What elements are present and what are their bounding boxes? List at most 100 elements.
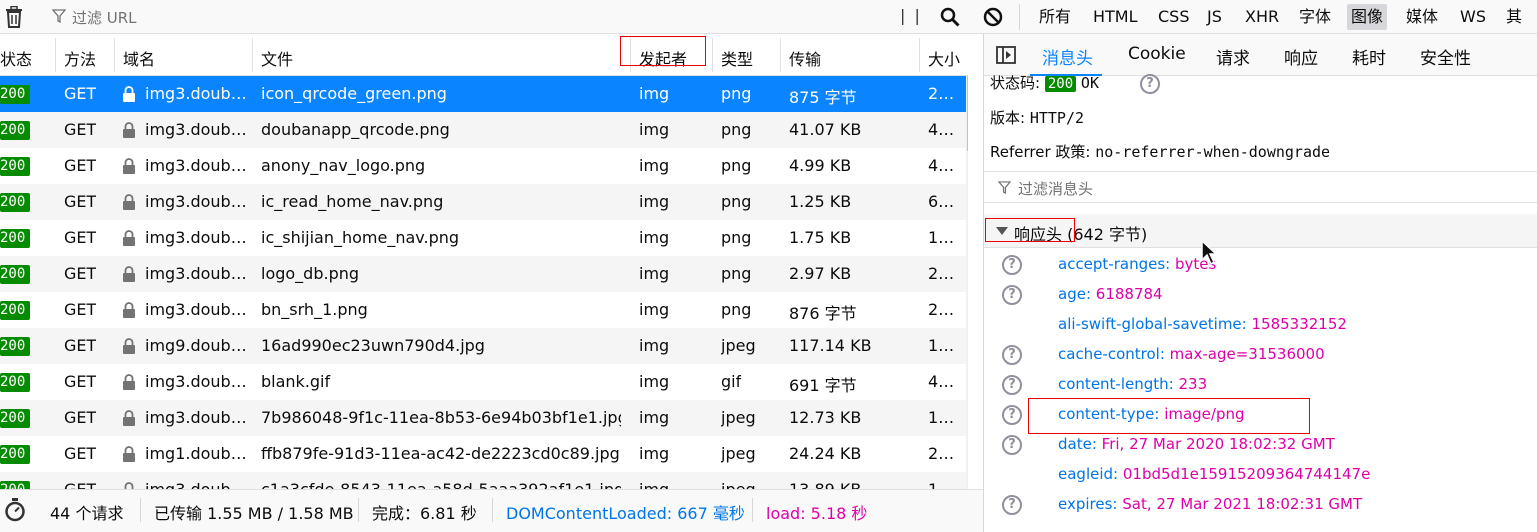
response-headers-section[interactable]: 响应头 (642 字节): [984, 214, 1537, 248]
help-icon[interactable]: ?: [1002, 255, 1022, 275]
tab-request[interactable]: 请求: [1216, 44, 1250, 69]
initiator-cell: img: [639, 336, 670, 355]
column-file[interactable]: 文件: [261, 46, 293, 70]
filter-css[interactable]: CSS: [1154, 4, 1193, 30]
url-filter-input[interactable]: 过滤 URL: [72, 7, 137, 28]
request-row[interactable]: 200 GET img3.doub… bn_srh_1.png img png 876 字节…: [0, 292, 966, 328]
trash-icon[interactable]: [4, 6, 24, 28]
help-icon[interactable]: ?: [1002, 435, 1022, 455]
filter-other[interactable]: 其他: [1502, 4, 1537, 52]
filter-xhr[interactable]: XHR: [1241, 4, 1283, 30]
header-name: accept-ranges: bytes: [1058, 255, 1216, 273]
column-size[interactable]: 大小: [928, 46, 960, 70]
header-key: expires:: [1058, 495, 1118, 513]
column-divider[interactable]: [114, 38, 115, 72]
filter-media[interactable]: 媒体: [1402, 4, 1442, 30]
filter-html[interactable]: HTML: [1089, 4, 1142, 30]
column-domain[interactable]: 域名: [123, 46, 155, 70]
tab-cookies[interactable]: Cookie: [1128, 44, 1186, 64]
filter-fonts[interactable]: 字体: [1295, 4, 1335, 30]
column-initiator[interactable]: 发起者: [639, 46, 687, 70]
method-cell: GET: [64, 336, 97, 355]
header-row: ? date: Fri, 27 Mar 2020 18:02:32 GMT: [984, 430, 1537, 460]
column-divider[interactable]: [252, 38, 253, 72]
type-cell: png: [721, 300, 752, 319]
request-row[interactable]: 200 GET img3.doub… logo_db.png img png 2.97 KB…: [0, 256, 966, 292]
request-row[interactable]: 200 GET img3.doub… blank.gif img gif 691 字节 4…: [0, 364, 966, 400]
request-row[interactable]: 200 GET img3.doub… doubanapp_qrcode.png img p…: [0, 112, 966, 148]
initiator-cell: img: [639, 192, 670, 211]
transfer-cell: 4.99 KB: [789, 156, 852, 175]
help-icon[interactable]: ?: [1140, 74, 1160, 94]
domain-cell: img3.doub…: [145, 408, 245, 427]
stopwatch-icon[interactable]: [4, 498, 26, 522]
transfer-cell: 1.75 KB: [789, 228, 852, 247]
lock-icon: [123, 374, 135, 390]
lock-icon: [123, 302, 135, 318]
filter-all[interactable]: 所有: [1035, 4, 1075, 30]
status-label: 状态码:: [990, 74, 1041, 92]
request-row[interactable]: 200 GET img1.doub… ffb879fe-91d3-11ea-ac42-…: [0, 436, 966, 472]
filter-ws[interactable]: WS: [1456, 4, 1490, 30]
size-cell: 2…: [928, 300, 955, 319]
column-divider[interactable]: [55, 38, 56, 72]
type-cell: png: [721, 156, 752, 175]
header-value: Sat, 27 Mar 2021 18:02:31 GMT: [1122, 495, 1363, 513]
filter-icon: [52, 9, 66, 23]
file-cell: doubanapp_qrcode.png: [261, 120, 450, 139]
toolbar-divider: [1019, 4, 1020, 30]
filter-images[interactable]: 图像: [1347, 4, 1388, 30]
request-row[interactable]: 200 GET img3.doub… c1a3cfde-8543-11ea-a58d-…: [0, 472, 966, 489]
column-type[interactable]: 类型: [721, 46, 753, 70]
column-divider[interactable]: [712, 38, 713, 72]
transfer-cell: 875 字节: [789, 88, 857, 107]
column-divider[interactable]: [630, 38, 631, 72]
block-icon[interactable]: [983, 7, 1003, 27]
method-cell: GET: [64, 192, 97, 211]
request-details-panel: 消息头 Cookie 请求 响应 耗时 安全性 状态码: 200 OK ? 版本…: [983, 34, 1537, 532]
help-icon[interactable]: ?: [1002, 375, 1022, 395]
filter-js[interactable]: JS: [1203, 4, 1226, 30]
tab-headers[interactable]: 消息头: [1042, 44, 1093, 69]
tab-response[interactable]: 响应: [1284, 44, 1318, 69]
request-row[interactable]: 200 GET img3.doub… ic_shijian_home_nav.png i…: [0, 220, 966, 256]
search-icon[interactable]: [940, 7, 960, 27]
help-icon[interactable]: ?: [1002, 345, 1022, 365]
disclosure-triangle-icon[interactable]: [996, 226, 1008, 236]
tab-security[interactable]: 安全性: [1420, 44, 1471, 69]
tab-timings[interactable]: 耗时: [1352, 44, 1386, 69]
method-cell: GET: [64, 480, 96, 489]
scrollbar-thumb[interactable]: [967, 76, 968, 151]
help-icon[interactable]: ?: [1002, 495, 1022, 515]
headers-filter[interactable]: 过滤消息头: [984, 171, 1537, 203]
column-status[interactable]: 状态: [0, 46, 32, 70]
column-method[interactable]: 方法: [64, 46, 96, 70]
vertical-scrollbar[interactable]: [966, 76, 968, 489]
method-cell: GET: [64, 264, 97, 283]
request-row[interactable]: 200 GET img3.doub… 7b986048-9f1c-11ea-8b53-…: [0, 400, 966, 436]
initiator-cell: img: [639, 480, 669, 489]
header-row: ? accept-ranges: bytes: [984, 250, 1537, 280]
size-cell: 4…: [928, 372, 955, 391]
column-divider[interactable]: [919, 38, 920, 72]
request-row[interactable]: 200 GET img3.doub… icon_qrcode_green.png img…: [0, 76, 966, 112]
header-key: content-type:: [1058, 405, 1160, 423]
panel-toggle-icon[interactable]: [996, 45, 1016, 65]
help-icon[interactable]: ?: [1002, 405, 1022, 425]
version-value: HTTP/2: [1029, 109, 1085, 127]
file-cell: 16ad990ec23uwn790d4.jpg: [261, 336, 485, 355]
header-value: 01bd5d1e15915209364744147e: [1122, 465, 1371, 483]
pause-button[interactable]: | |: [900, 6, 922, 25]
headers-filter-input[interactable]: 过滤消息头: [1018, 178, 1093, 199]
request-row[interactable]: 200 GET img9.doub… 16ad990ec23uwn790d4.jpg i…: [0, 328, 966, 364]
initiator-cell: img: [639, 156, 670, 175]
status-line: 状态码: 200 OK: [990, 72, 1099, 93]
column-transferred[interactable]: 传输: [789, 46, 821, 70]
request-row[interactable]: 200 GET img3.doub… anony_nav_logo.png img png…: [0, 148, 966, 184]
request-row[interactable]: 200 GET img3.doub… ic_read_home_nav.png img p…: [0, 184, 966, 220]
help-icon[interactable]: ?: [1002, 285, 1022, 305]
domain-cell: img3.doub…: [145, 300, 245, 319]
transfer-cell: 24.24 KB: [789, 444, 862, 463]
status-code-badge: 200: [0, 373, 30, 392]
column-divider[interactable]: [780, 38, 781, 72]
